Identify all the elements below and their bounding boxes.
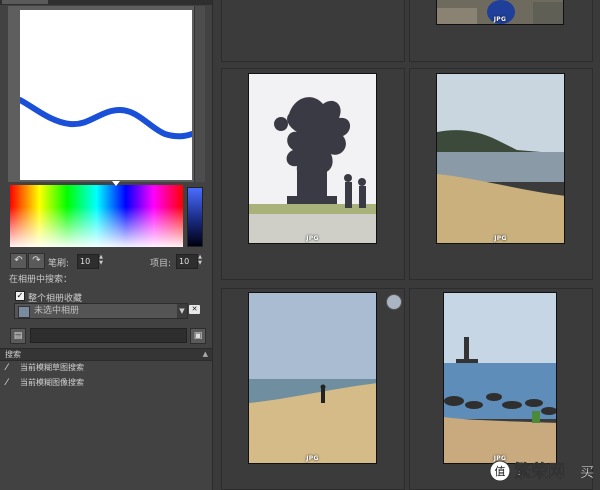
- sketch-search-panel: ↶ ↷ 笔刷: 10 ▲ ▼ 项目: 10 ▲ ▼ 在相册中搜索： ✓ 整个相册收藏…: [0, 0, 213, 490]
- file-type-badge: JPG: [306, 455, 319, 462]
- thumbnail-image[interactable]: JPG: [248, 292, 377, 464]
- thumbnail-image[interactable]: JPG: [436, 0, 564, 25]
- color-picker-marker-icon[interactable]: [112, 181, 120, 186]
- file-type-badge: JPG: [493, 16, 507, 23]
- svg-text:值: 值: [495, 465, 506, 478]
- thumbnail-cell[interactable]: JPG: [221, 288, 405, 490]
- sketch-name-input[interactable]: [30, 328, 187, 343]
- panel-tab[interactable]: [2, 0, 48, 4]
- items-count-input[interactable]: 10: [176, 254, 198, 269]
- file-type-badge: JPG: [306, 235, 319, 242]
- save-icon: ▣: [193, 331, 203, 341]
- wand-icon: ⁄: [6, 363, 8, 373]
- color-spectrum-picker[interactable]: [10, 185, 183, 247]
- brush-size-input[interactable]: 10: [77, 254, 99, 269]
- globe-icon[interactable]: [386, 294, 402, 310]
- thumbnail-cell[interactable]: JPG: [409, 68, 593, 280]
- watermark-logo: 值 繁荣网 买: [488, 456, 600, 486]
- sketch-stroke: [17, 97, 195, 140]
- color-value-slider[interactable]: [187, 187, 203, 247]
- search-section-title: 搜索: [5, 350, 21, 359]
- search-in-album-label: 在相册中搜索：: [9, 275, 73, 285]
- undo-icon: ↶: [14, 255, 23, 266]
- search-section-header[interactable]: 搜索 ▲: [0, 348, 212, 361]
- photo-beach-hill: [437, 74, 564, 243]
- search-item-fuzzy-sketch[interactable]: ⁄ 当前模糊草图搜索: [0, 361, 212, 375]
- redo-icon: ↷: [32, 255, 41, 266]
- thumbnail-cell[interactable]: JPG: [221, 68, 405, 280]
- sketch-scrollbar[interactable]: [194, 6, 205, 182]
- clear-album-button[interactable]: ✕: [189, 305, 200, 314]
- album-select-value: 未选中相册: [34, 306, 80, 316]
- svg-text:买: 买: [580, 465, 594, 481]
- thumbnail-image[interactable]: JPG: [248, 73, 377, 244]
- redo-button[interactable]: ↷: [28, 253, 45, 269]
- brush-size-label: 笔刷:: [48, 259, 70, 269]
- photo-dragon-sculpture: [249, 74, 376, 243]
- undo-button[interactable]: ↶: [10, 253, 27, 269]
- chevron-down-icon[interactable]: ▼: [177, 304, 187, 318]
- search-item-label: 当前模糊图像搜索: [20, 378, 84, 387]
- photo-lighthouse-rocks: [444, 293, 556, 463]
- thumbnail-image[interactable]: JPG: [443, 292, 557, 464]
- sketch-canvas[interactable]: [17, 10, 195, 180]
- album-icon: [18, 306, 30, 318]
- thumbnail-cell[interactable]: JPG: [409, 0, 593, 62]
- new-document-button[interactable]: ▤: [10, 328, 26, 344]
- items-count-label: 项目:: [150, 259, 172, 269]
- wand-icon: ⁄: [6, 378, 8, 388]
- search-item-fuzzy-image[interactable]: ⁄ 当前模糊图像搜索: [0, 376, 212, 390]
- album-select-dropdown[interactable]: 未选中相册 ▼: [14, 303, 188, 319]
- svg-text:繁荣网: 繁荣网: [513, 461, 565, 482]
- thumbnail-image[interactable]: JPG: [436, 73, 565, 244]
- file-type-badge: JPG: [494, 235, 507, 242]
- whole-collection-checkbox[interactable]: ✓: [15, 291, 25, 301]
- collapse-icon[interactable]: ▲: [203, 349, 208, 360]
- document-icon: ▤: [13, 331, 23, 341]
- search-item-label: 当前模糊草图搜索: [20, 363, 84, 372]
- items-count-stepper[interactable]: ▲ ▼: [197, 254, 203, 267]
- thumbnail-cell[interactable]: [221, 0, 405, 62]
- photo-beach-person: [249, 293, 376, 463]
- save-sketch-button[interactable]: ▣: [190, 328, 206, 344]
- thumbnail-grid: JPG JPG JPG JPG JPG: [213, 0, 600, 490]
- watermark-graphic: 值 繁荣网 买: [489, 460, 594, 482]
- brush-size-stepper[interactable]: ▲ ▼: [98, 254, 104, 267]
